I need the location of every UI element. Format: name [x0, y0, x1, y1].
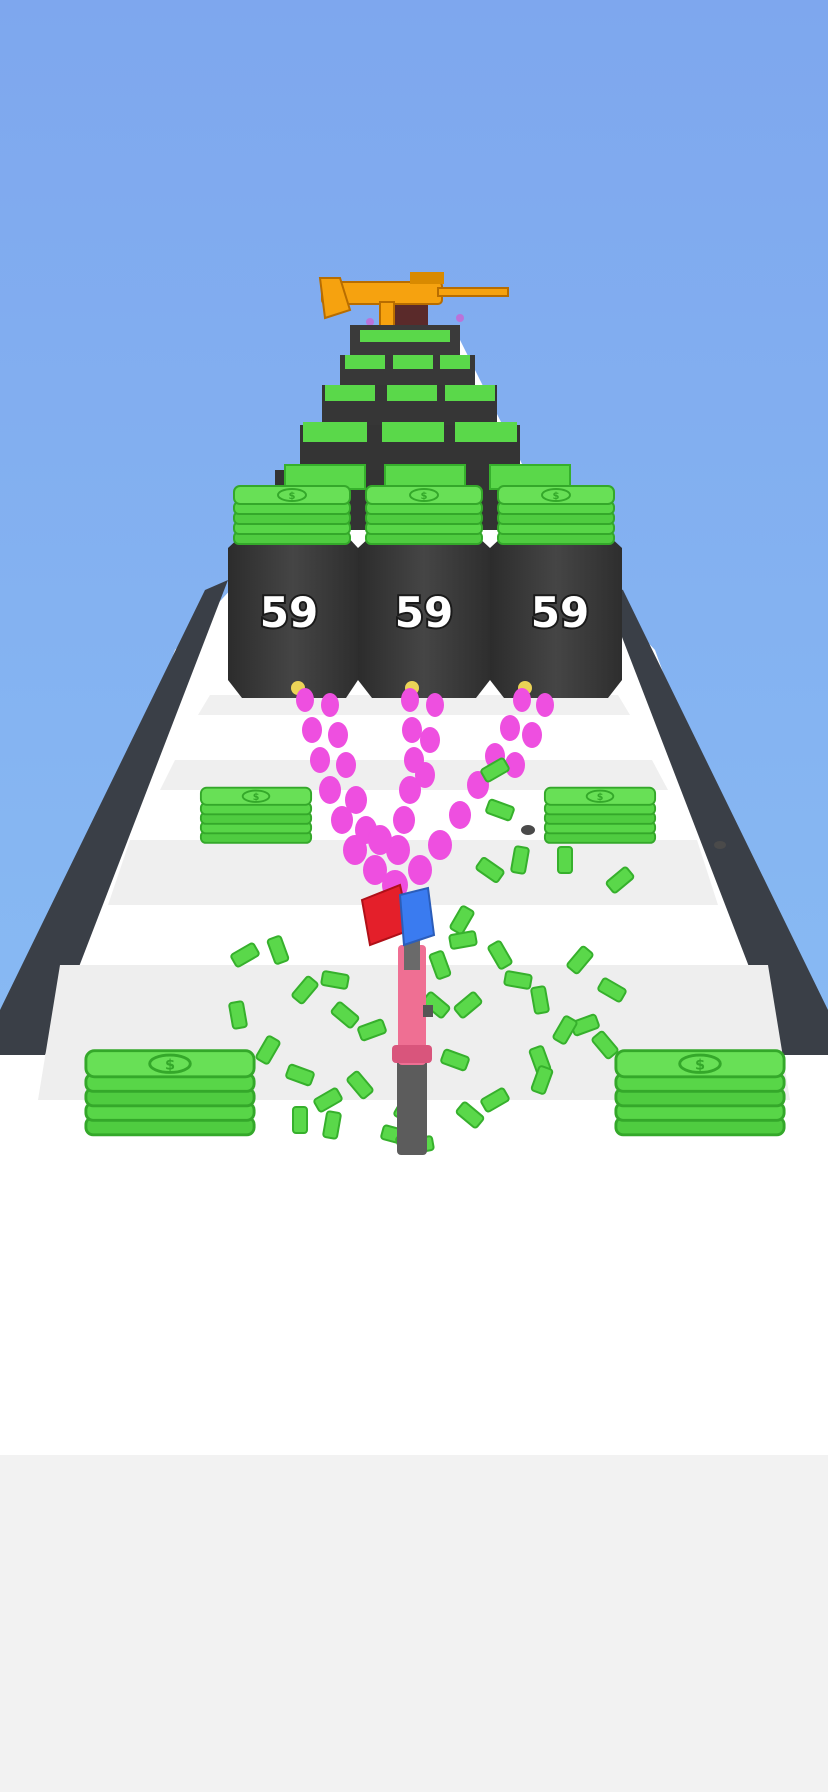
cash-stack-icon [614, 1049, 786, 1137]
obstacle-value: 59 [395, 588, 453, 637]
cash-stack-icon [543, 786, 657, 844]
cash-stack-icon [84, 1049, 256, 1137]
obstacle-row-front: 59 59 59 [228, 485, 622, 698]
obstacle-value: 59 [531, 588, 589, 637]
debris [521, 825, 535, 835]
obstacle-block: 59 [228, 485, 358, 698]
ground [0, 1455, 828, 1792]
game-scene: $ [0, 0, 828, 1792]
obstacle-block: 59 [490, 485, 622, 698]
obstacle-value: 59 [260, 588, 318, 637]
debris [714, 841, 726, 849]
game-stage[interactable]: $ [0, 0, 828, 1792]
cash-stack-icon [199, 786, 313, 844]
obstacle-block: 59 [358, 485, 490, 698]
